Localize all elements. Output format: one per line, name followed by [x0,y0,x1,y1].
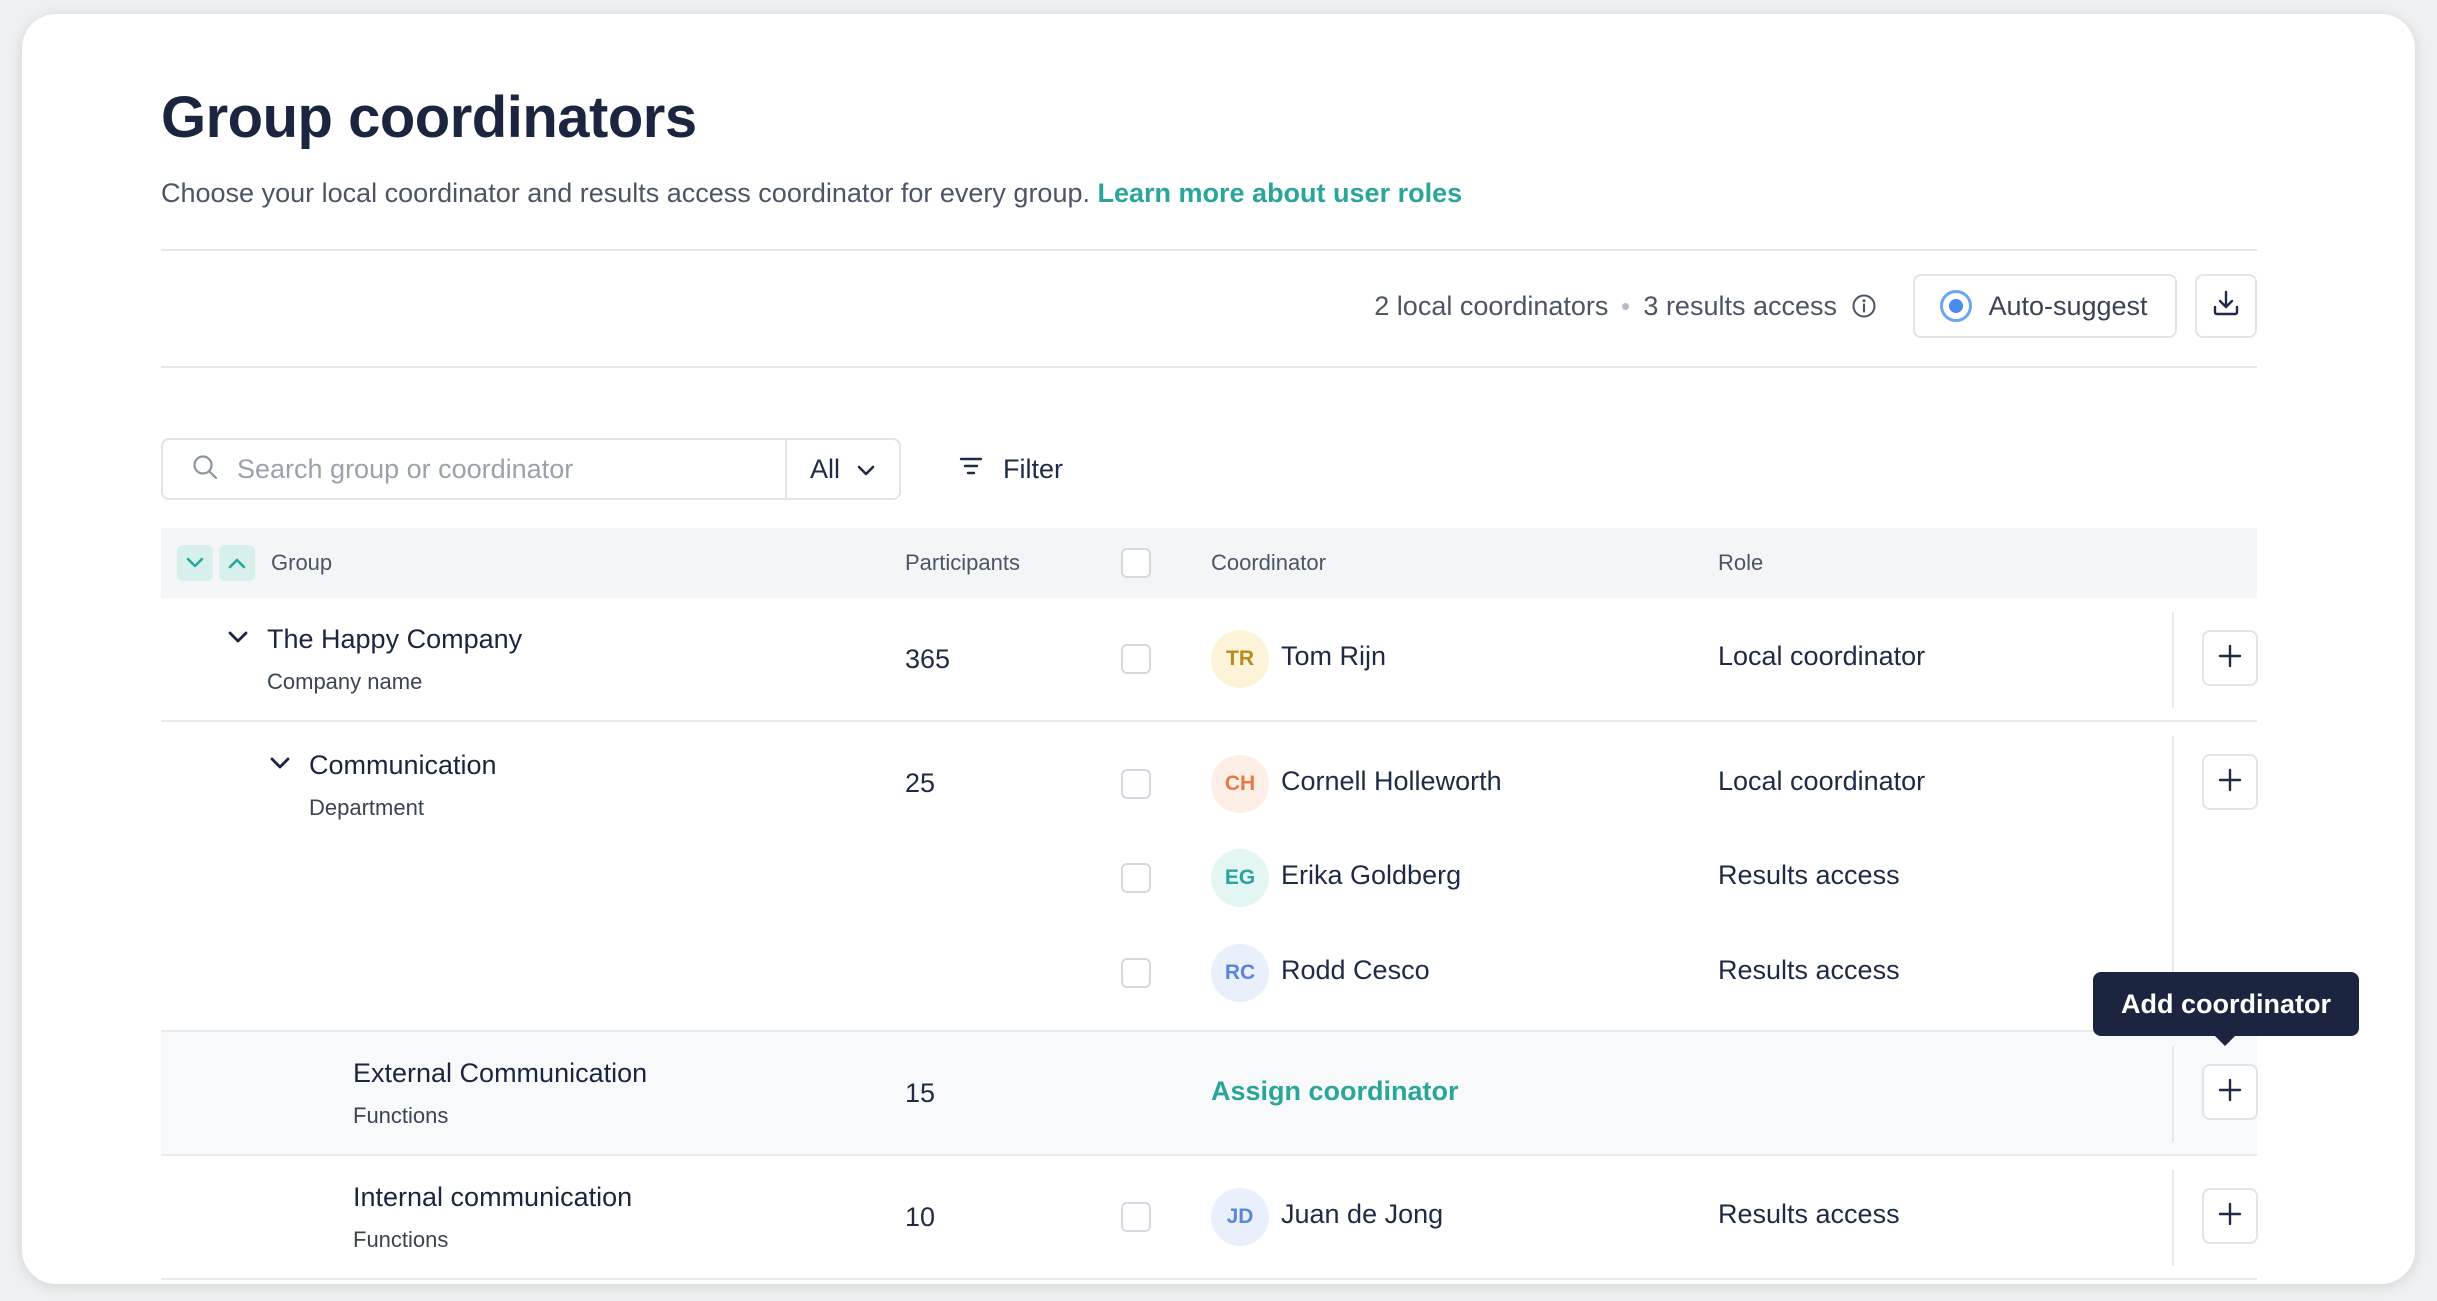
search-field [163,440,787,498]
search-bar: All [161,438,901,500]
page-subtitle: Choose your local coordinator and result… [161,178,1462,209]
coordinator-name: Juan de Jong [1281,1199,1444,1229]
coordinator-role: Results access [1718,955,1900,985]
sort-controls [177,545,255,581]
avatar: TR [1211,630,1269,688]
plus-icon [2217,767,2243,798]
search-input[interactable] [237,453,757,485]
download-icon [2211,288,2241,325]
add-coordinator-button[interactable] [2202,1064,2258,1120]
coordinator-role: Local coordinator [1718,766,1926,796]
table-header: Group Participants Coordinator Role [161,528,2257,598]
table-row: Internal communication Functions 10 JD J… [161,1156,2258,1280]
coordinator-checkbox[interactable] [1121,863,1151,893]
column-divider [2172,612,2174,708]
column-header-group: Group [271,550,333,575]
coordinator-role: Results access [1718,860,1900,890]
group-cell: External Communication Functions [353,1058,647,1129]
coordinator-name: Erika Goldberg [1281,860,1462,890]
page-title: Group coordinators [161,85,697,150]
group-name: External Communication [353,1058,648,1088]
column-divider [2172,1046,2174,1142]
radio-selected-icon [1940,290,1973,322]
coordinator-entry: RC Rodd Cesco Results access [161,942,2257,1004]
coordinator-role: Local coordinator [1718,641,1926,671]
coordinator-stats: 2 local coordinators 3 results access [1374,291,1877,322]
search-icon [191,453,219,486]
coordinator-checkbox[interactable] [1121,769,1151,799]
filter-label: Filter [1003,453,1063,484]
chevron-down-icon [185,550,205,576]
add-coordinator-button[interactable] [2202,754,2258,810]
avatar: EG [1211,849,1269,907]
group-type: Functions [353,1103,449,1128]
divider [161,249,2257,251]
table-row: External Communication Functions 15 Assi… [161,1032,2258,1156]
plus-icon [2217,643,2243,674]
avatar: JD [1211,1188,1269,1246]
select-all-checkbox[interactable] [1121,548,1151,578]
table-row: The Happy Company Company name 365 TR To… [161,598,2258,722]
coordinator-entry: EG Erika Goldberg Results access [161,847,2257,909]
expand-all-button[interactable] [177,545,213,581]
coordinator-role: Results access [1718,1199,1900,1229]
column-divider [2172,1170,2174,1266]
filter-icon [957,452,985,487]
coordinator-name: Rodd Cesco [1281,955,1430,985]
group-info: External Communication Functions [353,1058,647,1129]
column-header-coordinator: Coordinator [1211,550,1326,575]
column-header-select-all [1121,528,1151,598]
auto-suggest-label: Auto-suggest [1988,290,2148,321]
participants-count: 15 [905,1078,936,1108]
local-coordinators-count: 2 local coordinators [1374,290,1609,321]
coordinator-entry: TR Tom Rijn Local coordinator [161,628,2257,690]
coordinator-entry: JD Juan de Jong Results access [161,1186,2257,1248]
table-row: Communication Department 25 CH Cornell H… [161,722,2258,1032]
info-icon[interactable] [1851,293,1877,319]
coordinator-checkbox[interactable] [1121,644,1151,674]
collapse-all-button[interactable] [219,545,255,581]
column-header-role: Role [1718,550,1764,575]
results-access-count: 3 results access [1643,290,1837,321]
coordinator-name: Cornell Holleworth [1281,766,1502,796]
auto-suggest-button[interactable]: Auto-suggest [1913,274,2177,338]
subtitle-text: Choose your local coordinator and result… [161,178,1090,208]
plus-icon [2217,1201,2243,1232]
scope-select-value: All [809,453,840,484]
divider [161,366,2257,368]
plus-icon [2217,1077,2243,1108]
download-button[interactable] [2195,274,2257,338]
summary-bar: 2 local coordinators 3 results access Au… [1374,274,2257,338]
coordinators-panel: Group coordinators Choose your local coo… [22,14,2415,1284]
avatar: CH [1211,755,1269,813]
column-header-participants: Participants [905,550,1020,575]
coordinator-checkbox[interactable] [1121,1202,1151,1232]
assign-coordinator-link[interactable]: Assign coordinator [1211,1076,1459,1107]
add-coordinator-button[interactable] [2202,630,2258,686]
chevron-down-icon [856,454,876,485]
coordinator-checkbox[interactable] [1121,958,1151,988]
filter-button[interactable]: Filter [941,438,1079,500]
scope-select[interactable]: All [787,440,899,498]
groups-table: Group Participants Coordinator Role The … [161,528,2258,1280]
coordinator-entry: CH Cornell Holleworth Local coordinator [161,753,2257,815]
separator-dot [1622,302,1630,310]
learn-more-link[interactable]: Learn more about user roles [1098,178,1463,208]
chevron-up-icon [227,550,247,576]
add-coordinator-button[interactable] [2202,1188,2258,1244]
avatar: RC [1211,944,1269,1002]
add-coordinator-tooltip: Add coordinator [2093,972,2359,1046]
coordinator-name: Tom Rijn [1281,641,1387,671]
